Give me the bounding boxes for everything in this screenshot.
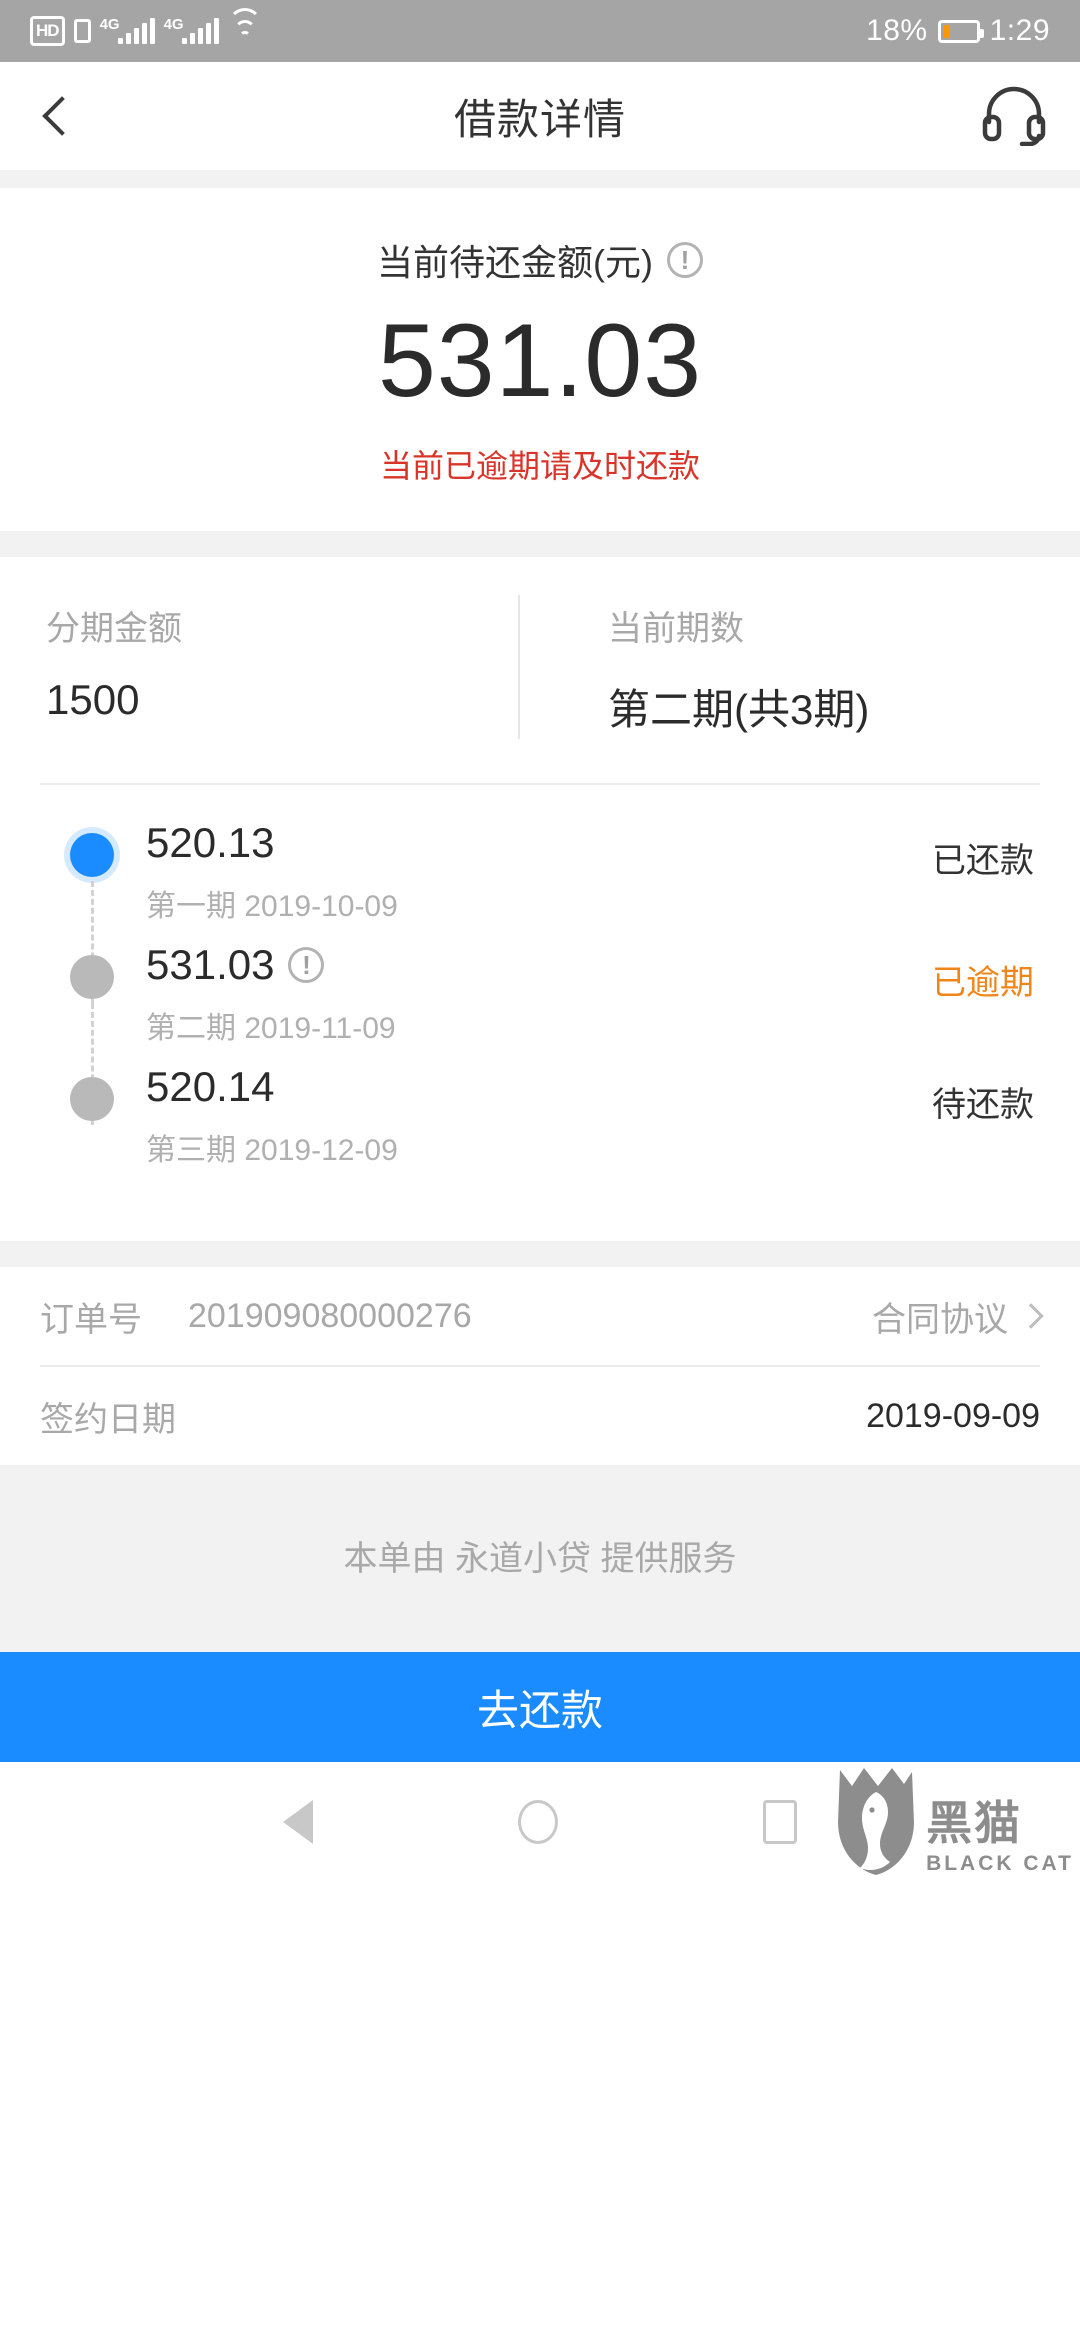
page-title: 借款详情 [453,95,626,143]
watermark-en: BLACK CAT [926,1852,1074,1875]
signal-icon-2: 4G [163,16,219,44]
installment-amount-label: 分期金额 [46,610,182,648]
timeline-marker-wrap [70,941,146,1125]
phone-screen: HD 4G 4G 18% 1:29 借款详情 当前待还金额(元) ! 531.0… [0,0,1080,2340]
table-row[interactable]: 520.14 第三期 2019-12-09 待还款 [0,1063,1080,1185]
current-period-block: 当前期数 第二期(共3期) [518,595,1080,739]
current-period-value: 第二期(共3期) [608,686,870,733]
loan-summary: 分期金额 1500 当前期数 第二期(共3期) [0,557,1080,773]
headset-icon [982,86,1046,147]
network-type-label-1: 4G [99,16,120,33]
app-header: 借款详情 [0,62,1080,170]
status-badge: 待还款 [932,1086,1034,1124]
watermark-text: 黑猫 BLACK CAT [926,1800,1074,1876]
order-number-row: 订单号 201909080000276 合同协议 [0,1267,1080,1365]
schedule-amount: 531.03 [146,941,275,988]
network-type-label-2: 4G [163,16,184,33]
schedule-subtitle: 第一期 2019-10-09 [146,881,932,925]
schedule-subtitle: 第三期 2019-12-09 [146,1125,932,1169]
header-divider [0,170,1080,188]
status-bar-right: 18% 1:29 [866,14,1050,48]
sign-date-row: 签约日期 2019-09-09 [0,1367,1080,1465]
schedule-amount: 520.13 [146,819,275,866]
watermark: 黑猫 BLACK CAT [834,1766,1074,1876]
order-number-value: 201909080000276 [188,1296,472,1335]
info-circle-icon[interactable]: ! [666,242,703,278]
schedule-row-body: 520.13 第一期 2019-10-09 [146,819,932,925]
circle-home-icon[interactable] [517,1800,558,1844]
schedule-row-body: 531.03 ! 第二期 2019-11-09 [146,941,932,1047]
signal-icon-1: 4G [99,16,155,44]
repayment-schedule: 520.13 第一期 2019-10-09 已还款 531.03 ! 第二期 2… [0,773,1080,1241]
back-button[interactable] [34,93,80,139]
schedule-amount: 520.14 [146,1063,275,1110]
repay-button[interactable]: 去还款 [0,1652,1080,1762]
current-due-card: 当前待还金额(元) ! 531.03 当前已逾期请及时还款 [0,188,1080,531]
installment-amount-block: 分期金额 1500 [0,601,518,737]
triangle-back-icon[interactable] [282,1800,313,1844]
schedule-date: 2019-10-09 [244,890,398,923]
table-row[interactable]: 531.03 ! 第二期 2019-11-09 已逾期 [0,941,1080,1125]
schedule-date: 2019-12-09 [244,1134,398,1167]
sign-date-label: 签约日期 [40,1400,176,1439]
status-badge: 已逾期 [932,964,1034,1002]
service-provider-note: 本单由 永道小贷 提供服务 [0,1465,1080,1652]
current-due-amount: 531.03 [377,303,703,419]
schedule-top-divider [40,783,1040,785]
current-due-label-row: 当前待还金额(元) ! [0,234,1080,286]
schedule-subtitle: 第二期 2019-11-09 [146,1003,932,1047]
amount-section-divider [0,531,1080,557]
schedule-amount-row: 520.14 [146,1063,932,1111]
black-cat-logo-icon [834,1766,918,1876]
square-recents-icon[interactable] [763,1800,798,1844]
schedule-period: 第二期 [146,1012,236,1045]
installment-amount-value: 1500 [46,676,140,723]
sign-date-value: 2019-09-09 [866,1396,1040,1435]
current-period-label: 当前期数 [608,610,744,648]
schedule-amount-row: 531.03 ! [146,941,932,989]
schedule-date: 2019-11-09 [244,1012,396,1045]
schedule-row-body: 520.14 第三期 2019-12-09 [146,1063,932,1169]
battery-percent-label: 18% [866,14,928,47]
contract-agreement-link[interactable]: 合同协议 [872,1292,1044,1341]
timeline-marker-wrap [70,819,146,1003]
clock-label: 1:29 [989,14,1050,47]
sign-date-value-wrap: 2019-09-09 [866,1397,1040,1436]
timeline-marker-wrap [70,1063,146,1121]
info-circle-icon[interactable]: ! [288,947,325,983]
current-due-label: 当前待还金额(元) [377,242,653,283]
schedule-amount-row: 520.13 [146,819,932,867]
hd-icon: HD [30,16,65,46]
android-navigation-bar: 黑猫 BLACK CAT [0,1762,1080,1882]
customer-service-button[interactable] [982,86,1046,147]
timeline-dot-icon [70,1077,114,1121]
timeline-dot-icon [70,833,114,877]
status-bar-left: HD 4G 4G [30,8,262,46]
overdue-warning-text: 当前已逾期请及时还款 [379,448,700,484]
timeline-dot-icon [70,955,114,999]
battery-icon [937,19,984,43]
schedule-period: 第一期 [146,890,236,923]
order-details: 订单号 201909080000276 合同协议 签约日期 2019-09-09 [0,1267,1080,1465]
schedule-period: 第三期 [146,1134,236,1167]
table-row[interactable]: 520.13 第一期 2019-10-09 已还款 [0,819,1080,1003]
data-icon [73,19,91,43]
schedule-section-divider [0,1241,1080,1267]
status-bar: HD 4G 4G 18% 1:29 [0,0,1080,62]
chevron-right-icon [1018,1303,1044,1329]
contract-agreement-label: 合同协议 [872,1300,1008,1339]
order-number-label: 订单号 [40,1300,142,1339]
wifi-icon [227,8,262,44]
status-badge: 已还款 [932,842,1034,880]
watermark-cn: 黑猫 [926,1797,1023,1849]
